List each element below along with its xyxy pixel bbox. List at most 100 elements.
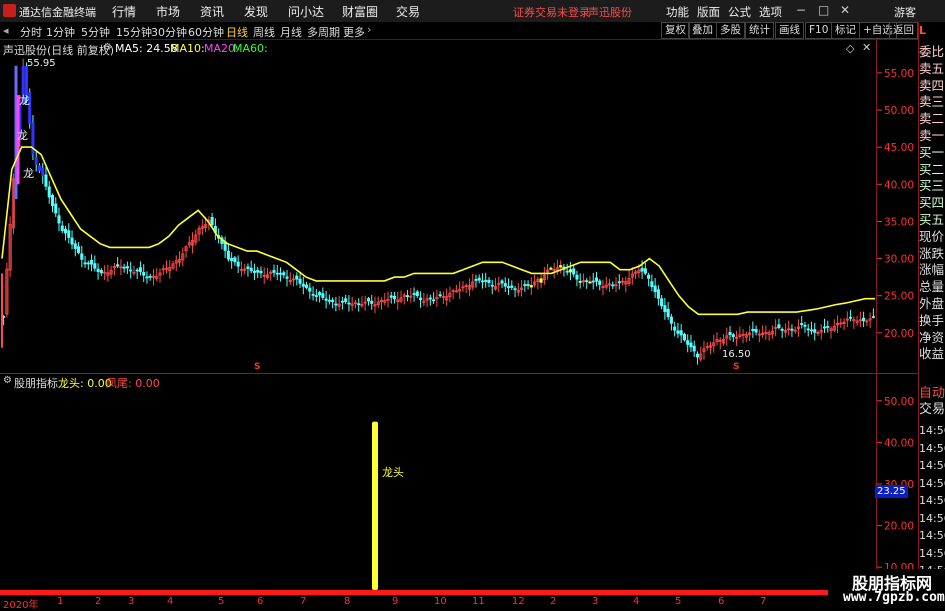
close-panel-icon[interactable]: ✕ <box>862 41 871 54</box>
period-weekly[interactable]: 周线 <box>253 24 275 40</box>
kline-chart[interactable]: 20.00 25.00 30.00 35.00 40.00 45.00 50.00 55.00… <box>0 40 918 595</box>
menu-banmian[interactable]: 版面 <box>697 4 720 20</box>
candle-body <box>223 241 227 251</box>
date-label: 6 <box>718 596 725 607</box>
tool-fanhui[interactable]: 返回 <box>889 22 918 39</box>
menu-shichang[interactable]: 市场 <box>156 3 180 20</box>
period-15min[interactable]: 15分钟 <box>116 24 152 40</box>
stock-name-link[interactable]: 声迅股份 <box>588 4 632 20</box>
menu-gongshi[interactable]: 公式 <box>728 4 751 20</box>
candle-body <box>669 316 673 324</box>
candle-body <box>523 284 527 286</box>
date-label: 5 <box>675 596 682 607</box>
guest-login[interactable]: 游客 <box>894 4 916 20</box>
candle-body <box>50 194 55 206</box>
period-60min[interactable]: 60分钟 <box>188 24 224 40</box>
candle-body <box>122 266 126 269</box>
stock-title: 声迅股份(日线 前复权) <box>3 44 115 57</box>
tick-time: 14:56 <box>919 441 945 455</box>
quote-label: 买五 <box>919 212 945 227</box>
candle-body <box>513 288 517 291</box>
trade-login-status[interactable]: 证券交易未登录 <box>513 4 590 20</box>
candle-body <box>653 285 657 293</box>
date-label: 6 <box>257 596 264 607</box>
dragon-mark-3: 龙 <box>23 167 34 180</box>
candle-body <box>249 267 253 272</box>
candle-body <box>389 295 393 298</box>
candle-body <box>44 174 48 187</box>
candle-body <box>572 268 576 275</box>
s-mark-1: S <box>254 362 261 372</box>
menu-gongneng[interactable]: 功能 <box>666 4 689 20</box>
candle-body <box>695 353 700 358</box>
y-tick-label: 20.00 <box>884 328 914 340</box>
menu-hangqing[interactable]: 行情 <box>112 3 136 20</box>
close-icon[interactable]: ✕ <box>840 3 850 17</box>
auto-label: 自动 <box>919 386 945 401</box>
candle-body <box>259 270 263 274</box>
tool-biaoji[interactable]: 标记 <box>831 22 860 39</box>
y-axis-divider <box>876 40 877 590</box>
y-tick-label: 45.00 <box>884 142 914 154</box>
minimize-icon[interactable]: − <box>796 3 806 17</box>
indicator-gear-icon[interactable]: ⚙ <box>3 375 12 386</box>
tool-diejia[interactable]: 叠加 <box>688 22 717 39</box>
candle-body <box>311 293 315 296</box>
candle-body <box>862 317 866 322</box>
tool-fuquan[interactable]: 复权 <box>661 22 690 39</box>
date-label: 3 <box>592 596 599 607</box>
candle-body <box>647 274 651 279</box>
tick-time: 14:56 <box>919 459 945 472</box>
candle-body <box>438 294 442 297</box>
period-daily[interactable]: 日线 <box>226 24 248 40</box>
tick-time: 14:56 <box>919 529 945 542</box>
period-fenshi[interactable]: 分时 <box>20 24 42 40</box>
candle-body <box>415 291 419 297</box>
candle-body <box>809 329 814 332</box>
panel-toggle-tab[interactable]: L <box>919 24 945 37</box>
ma60-label: MA60: <box>233 42 268 55</box>
candle-body <box>295 275 299 280</box>
candle-body <box>392 295 397 300</box>
candle-body <box>83 262 87 265</box>
period-5min[interactable]: 5分钟 <box>81 24 110 40</box>
candle-body <box>822 326 827 329</box>
indicator-name[interactable]: 股朋指标 <box>14 375 58 391</box>
menu-wenxiaoda[interactable]: 问小达 <box>288 3 324 20</box>
tick-time: 14:56 <box>919 546 945 560</box>
maximize-icon[interactable]: □ <box>818 3 829 17</box>
tool-duogu[interactable]: 多股 <box>716 22 745 39</box>
quote-label: 买四 <box>919 195 945 211</box>
diamond-icon[interactable]: ◇ <box>846 42 854 55</box>
menu-xuanxiang[interactable]: 选项 <box>759 4 782 20</box>
period-more[interactable]: 更多 <box>343 24 365 40</box>
tool-tongji[interactable]: 统计 <box>745 22 774 39</box>
period-30min[interactable]: 30分钟 <box>151 24 187 40</box>
menu-caifuquan[interactable]: 财富圈 <box>342 3 378 20</box>
back-icon[interactable]: ◂ <box>3 24 9 37</box>
candle-body <box>308 287 312 292</box>
candle-body <box>41 168 45 177</box>
candle-body <box>93 263 97 269</box>
menu-faxian[interactable]: 发现 <box>244 3 268 20</box>
candle-body <box>477 277 481 281</box>
indicator-settings-icon[interactable]: ⚙ <box>103 42 112 53</box>
quote-label: 换手 <box>919 312 945 328</box>
menu-jiaoyi[interactable]: 交易 <box>396 3 420 20</box>
tool-f10[interactable]: F10 <box>805 22 833 39</box>
period-multi[interactable]: 多周期 <box>307 24 340 40</box>
candle-body <box>142 271 146 276</box>
candle-body <box>80 253 84 260</box>
date-label: 4 <box>167 596 174 607</box>
date-axis <box>0 595 918 609</box>
period-1min[interactable]: 1分钟 <box>46 24 75 40</box>
candle-body <box>406 295 410 298</box>
date-label: 2 <box>95 596 102 607</box>
period-monthly[interactable]: 月线 <box>280 24 302 40</box>
menu-zixun[interactable]: 资讯 <box>200 3 224 20</box>
candle-body <box>575 274 579 280</box>
candle-body <box>327 299 331 302</box>
quote-label: 买一 <box>919 144 945 160</box>
tool-huaxian[interactable]: 画线 <box>775 22 804 39</box>
candle-body <box>340 300 344 303</box>
